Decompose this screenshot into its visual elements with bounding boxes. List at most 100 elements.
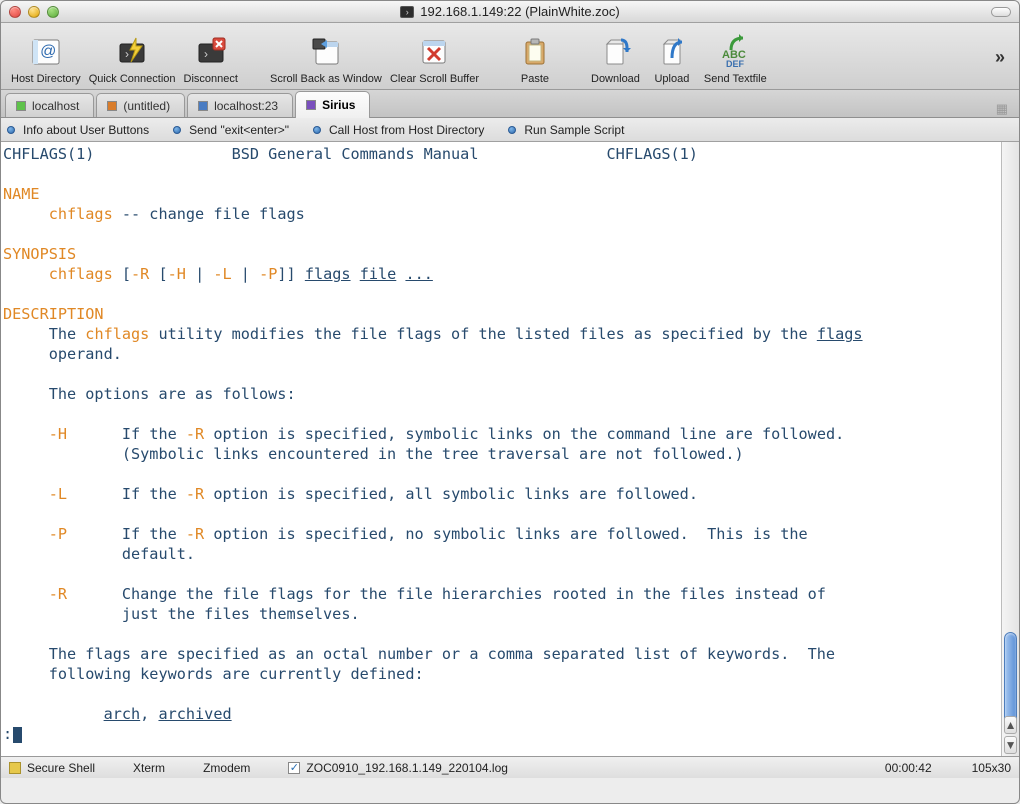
t: -L — [49, 485, 67, 503]
window-pill-button[interactable] — [991, 7, 1011, 17]
t: -L — [213, 265, 231, 283]
scroll-up-button[interactable]: ▲ — [1004, 716, 1017, 734]
t: option is specified, no symbolic links a… — [204, 525, 807, 543]
scroll-back-button[interactable]: Scroll Back as Window — [266, 32, 386, 87]
scroll-down-button[interactable]: ▼ — [1004, 736, 1017, 754]
toolbar-label: Quick Connection — [89, 73, 176, 85]
t: -H — [168, 265, 186, 283]
status-emulation[interactable]: Xterm — [133, 761, 165, 775]
t: -R — [49, 585, 67, 603]
tab-grid-icon[interactable]: ▦ — [996, 101, 1009, 117]
name-rest: -- change file flags — [113, 205, 305, 223]
t: The options are as follows: — [3, 385, 296, 403]
t: utility modifies the file flags of the l… — [149, 325, 817, 343]
userbtn-call-host[interactable]: Call Host from Host Directory — [313, 123, 484, 137]
t: chflags — [85, 325, 149, 343]
userbtn-label: Run Sample Script — [524, 123, 624, 137]
man-header-left: CHFLAGS(1) — [3, 145, 94, 163]
t: following keywords are currently defined… — [3, 665, 424, 683]
toolbar-overflow-button[interactable]: » — [995, 47, 1013, 68]
userbtn-info[interactable]: Info about User Buttons — [7, 123, 149, 137]
userbtn-label: Send "exit<enter>" — [189, 123, 289, 137]
tab-localhost[interactable]: localhost — [5, 93, 94, 117]
clear-buffer-icon — [416, 34, 452, 70]
terminal-scrollbar[interactable]: ▲ ▼ — [1001, 142, 1019, 756]
status-shell-label: Secure Shell — [27, 761, 95, 775]
bullet-icon — [313, 126, 321, 134]
address-book-icon: @ — [28, 34, 64, 70]
t: If the — [122, 425, 186, 443]
tab-sirius[interactable]: Sirius — [295, 91, 370, 118]
status-shell[interactable]: Secure Shell — [9, 761, 95, 775]
status-elapsed-time: 00:00:42 — [885, 761, 932, 775]
t: The flags are specified as an octal numb… — [3, 645, 835, 663]
svg-text:›: › — [204, 47, 208, 61]
user-buttons-bar: Info about User Buttons Send "exit<enter… — [1, 118, 1019, 142]
man-pager-prompt: : — [3, 725, 12, 743]
upload-button[interactable]: Upload — [644, 32, 700, 87]
t: option is specified, all symbolic links … — [204, 485, 698, 503]
tab-label: (untitled) — [123, 99, 170, 113]
userbtn-label: Info about User Buttons — [23, 123, 149, 137]
window-controls — [1, 6, 59, 18]
scrollback-window-icon — [308, 34, 344, 70]
statusbar: Secure Shell Xterm Zmodem ✓ ZOC0910_192.… — [1, 756, 1019, 778]
window-title: 192.168.1.149:22 (PlainWhite.zoc) — [1, 4, 1019, 19]
tab-localhost23[interactable]: localhost:23 — [187, 93, 293, 117]
userbtn-run-script[interactable]: Run Sample Script — [508, 123, 624, 137]
toolbar-label: Paste — [521, 73, 549, 85]
disconnect-icon: › — [193, 34, 229, 70]
paste-button[interactable]: Paste — [507, 32, 563, 87]
t: file — [360, 265, 397, 283]
t: -P — [259, 265, 277, 283]
t: -H — [49, 425, 67, 443]
status-protocol[interactable]: Zmodem — [203, 761, 250, 775]
shell-icon — [9, 762, 21, 774]
tabs-row: localhost (untitled) localhost:23 Sirius… — [1, 90, 1019, 118]
syn-cmd: chflags — [49, 265, 113, 283]
t: (Symbolic links encountered in the tree … — [122, 445, 744, 463]
t: arch — [104, 705, 141, 723]
t: option is specified, symbolic links on t… — [204, 425, 844, 443]
tab-label: localhost — [32, 99, 79, 113]
status-logfile-label: ZOC0910_192.168.1.149_220104.log — [306, 761, 508, 775]
section-description: DESCRIPTION — [3, 305, 104, 323]
send-textfile-button[interactable]: ABC DEF Send Textfile — [700, 32, 771, 87]
t: The — [3, 325, 85, 343]
tab-label: Sirius — [322, 98, 355, 112]
close-window-button[interactable] — [9, 6, 21, 18]
toolbar-label: Send Textfile — [704, 73, 767, 85]
terminal-area: CHFLAGS(1) BSD General Commands Manual C… — [1, 142, 1019, 756]
cursor — [13, 727, 22, 743]
man-header-center: BSD General Commands Manual — [232, 145, 479, 163]
disconnect-button[interactable]: › Disconnect — [180, 32, 242, 87]
minimize-window-button[interactable] — [28, 6, 40, 18]
quick-connection-button[interactable]: › Quick Connection — [85, 32, 180, 87]
svg-text:DEF: DEF — [726, 59, 745, 69]
t: -P — [49, 525, 67, 543]
toolbar-label: Clear Scroll Buffer — [390, 73, 479, 85]
host-directory-button[interactable]: @ Host Directory — [7, 32, 85, 87]
section-synopsis: SYNOPSIS — [3, 245, 76, 263]
download-icon — [597, 34, 633, 70]
svg-text:›: › — [125, 47, 129, 61]
zoom-window-button[interactable] — [47, 6, 59, 18]
tab-untitled[interactable]: (untitled) — [96, 93, 185, 117]
lightning-terminal-icon: › — [114, 34, 150, 70]
tab-status-icon — [198, 101, 208, 111]
clear-scroll-buffer-button[interactable]: Clear Scroll Buffer — [386, 32, 483, 87]
name-cmd: chflags — [49, 205, 113, 223]
userbtn-send-exit[interactable]: Send "exit<enter>" — [173, 123, 289, 137]
toolbar-label: Host Directory — [11, 73, 81, 85]
bullet-icon — [173, 126, 181, 134]
toolbar-label: Upload — [654, 73, 689, 85]
terminal-output[interactable]: CHFLAGS(1) BSD General Commands Manual C… — [1, 142, 1001, 756]
tab-status-icon — [107, 101, 117, 111]
download-button[interactable]: Download — [587, 32, 644, 87]
tab-status-icon — [306, 100, 316, 110]
upload-icon — [654, 34, 690, 70]
t: -R — [131, 265, 149, 283]
t: , — [140, 705, 158, 723]
status-logfile[interactable]: ✓ ZOC0910_192.168.1.149_220104.log — [288, 761, 508, 775]
terminal-app-icon — [400, 6, 414, 18]
